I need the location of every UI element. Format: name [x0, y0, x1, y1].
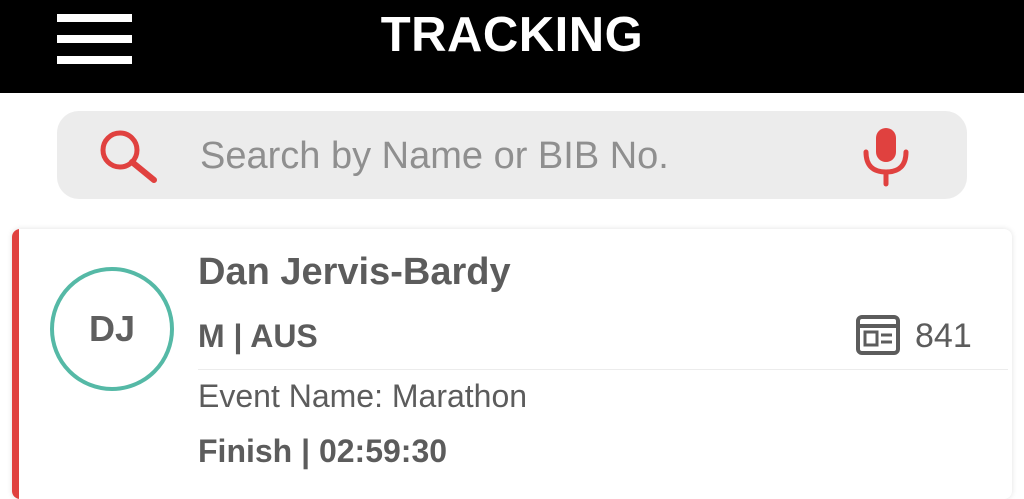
athlete-gender-country: M | AUS: [198, 318, 318, 354]
finish-time: Finish | 02:59:30: [198, 433, 448, 469]
page-title: TRACKING: [380, 8, 644, 62]
athlete-name: Dan Jervis-Bardy: [198, 251, 511, 293]
athlete-card[interactable]: DJ Dan Jervis-Bardy M | AUS 841 Event Na…: [12, 229, 1012, 499]
event-name: Event Name: Marathon: [198, 378, 528, 414]
microphone-icon[interactable]: [860, 126, 912, 188]
avatar-initials: DJ: [88, 308, 136, 349]
search-icon[interactable]: [98, 128, 160, 184]
search-input[interactable]: [200, 132, 820, 180]
divider: [198, 369, 1008, 370]
bib-number: 841: [915, 317, 972, 355]
card-accent-bar: [12, 229, 19, 499]
avatar: DJ: [50, 267, 174, 391]
bib-card-icon: [856, 315, 900, 355]
app-header: TRACKING: [0, 0, 1024, 93]
